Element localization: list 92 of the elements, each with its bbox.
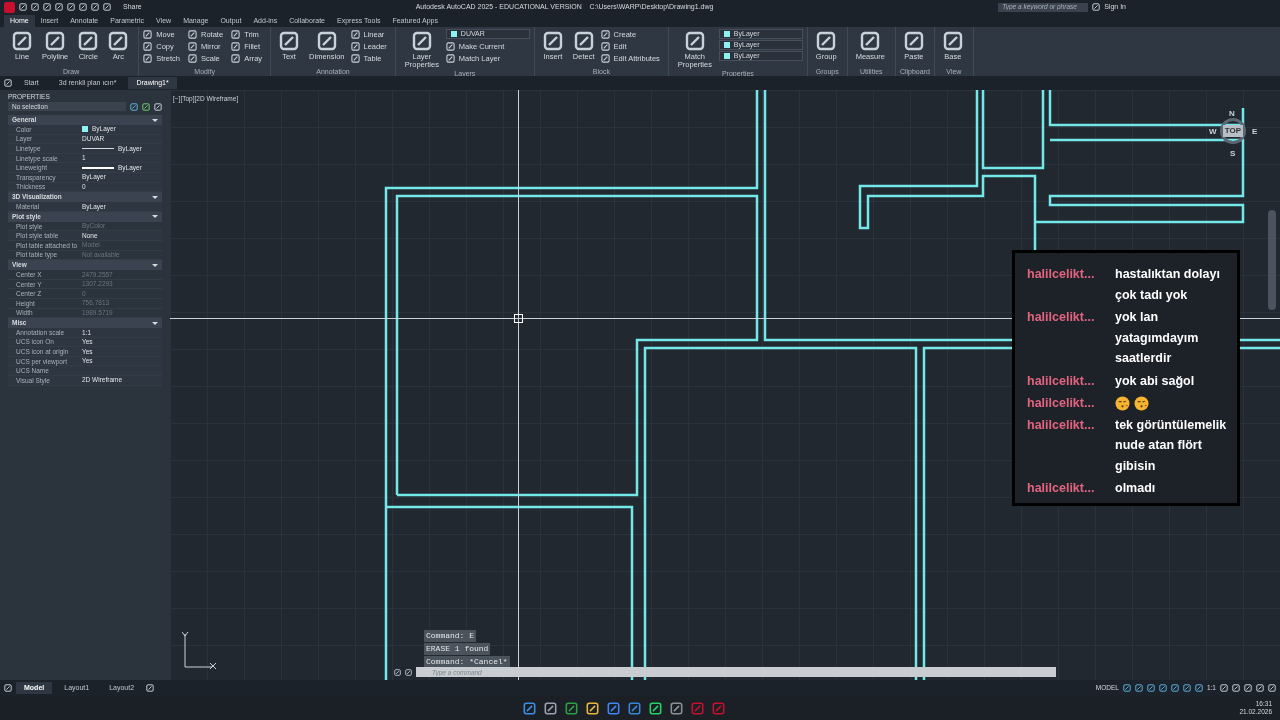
quick-access-icon [79,3,87,11]
quick-access-icon [19,3,27,11]
compass-label[interactable]: N [1229,108,1235,120]
status-toggle-icon [1220,684,1228,692]
tool-icon [316,31,337,51]
taskbar-app-icon [564,701,578,715]
caret-icon [152,321,158,325]
taskbar-app-icon [711,701,725,715]
caret-icon [152,118,158,122]
taskbar-app-icon [543,701,557,715]
status-toggle-icon [1244,684,1252,692]
tool-icon [860,31,881,51]
status-toggle-icon [1122,684,1131,692]
chat-username[interactable]: halilcelikt... [1027,308,1107,369]
tool-icon [143,42,153,51]
color-swatch-icon [82,126,88,133]
tool-icon [279,31,300,51]
taskbar-app-icon [648,701,662,715]
tool-icon [445,42,455,51]
tool-icon [231,42,241,51]
tool-icon [78,31,99,51]
kissing-face-icon [1134,395,1149,411]
taskbar-app-icon [669,701,683,715]
tool-icon [600,30,610,39]
taskbar-app-icon [627,701,641,715]
status-toggle-icon [1232,684,1240,692]
compass-label[interactable]: S [1230,148,1236,160]
viewcube-ring[interactable]: TOP [1220,118,1246,144]
tool-icon [188,54,198,63]
quick-access-icon [43,3,51,11]
tool-icon [231,30,241,39]
lineweight-icon [82,166,114,169]
kissing-face-icon [1115,395,1130,411]
quick-access-icon [91,3,99,11]
taskbar-app-icon [522,701,536,715]
chat-username[interactable]: halilcelikt... [1027,371,1107,391]
tool-icon [231,54,241,63]
status-toggle-icon [1170,684,1179,692]
tool-icon [816,31,837,51]
compass-label[interactable]: E [1252,126,1258,138]
status-toggle-icon [1256,684,1264,692]
tool-icon [143,30,153,39]
status-toggle-icon [1134,684,1143,692]
tool-icon [350,54,360,63]
tool-icon [573,31,594,51]
tool-icon [600,42,610,51]
tool-icon [12,31,32,51]
tool-icon [542,31,563,51]
tool-icon [942,31,963,51]
tool-icon [684,31,705,51]
app-logo-icon[interactable] [4,1,15,13]
caret-icon [152,195,158,199]
quick-access-icon [67,3,75,11]
tool-icon [45,31,66,51]
tool-icon [143,54,153,63]
taskbar-app-icon [690,701,704,715]
swatch-icon [723,53,730,59]
swatch-icon [450,31,457,37]
status-toggle-icon [1182,684,1191,692]
pickbox-icon [514,314,523,323]
status-toggle-icon [1158,684,1167,692]
chat-message: olmadı [1115,480,1156,498]
linetype-icon [82,148,114,149]
taskbar-app-icon [585,701,599,715]
quick-access-icon [103,3,111,11]
tool-icon [350,30,360,39]
quick-access-icon [31,3,39,11]
caret-icon [152,263,158,267]
taskbar-app-icon [606,701,620,715]
chat-username[interactable]: halilcelikt... [1027,265,1107,305]
status-toggle-icon [1268,684,1276,692]
tool-icon [188,30,198,39]
tool-icon [188,42,198,51]
status-toggle-icon [1194,684,1203,692]
quick-access-icon [55,3,63,11]
tool-icon [411,31,432,51]
swatch-icon [723,42,730,48]
swatch-icon [723,31,730,37]
tool-icon [350,42,360,51]
tool-icon [108,31,129,51]
chat-username[interactable]: halilcelikt... [1027,479,1107,499]
tool-icon [600,54,610,63]
viewcube-face[interactable]: TOP [1223,125,1243,137]
chat-message: yok abi sağol [1115,372,1195,390]
tool-icon [445,54,455,63]
tool-icon [903,31,924,51]
caret-icon [152,215,158,219]
status-toggle-icon [1146,684,1155,692]
chat-username[interactable]: halilcelikt... [1027,415,1107,477]
chat-username[interactable]: halilcelikt... [1027,394,1107,413]
compass-label[interactable]: W [1209,126,1217,138]
scrollbar-thumb[interactable] [1268,210,1276,310]
